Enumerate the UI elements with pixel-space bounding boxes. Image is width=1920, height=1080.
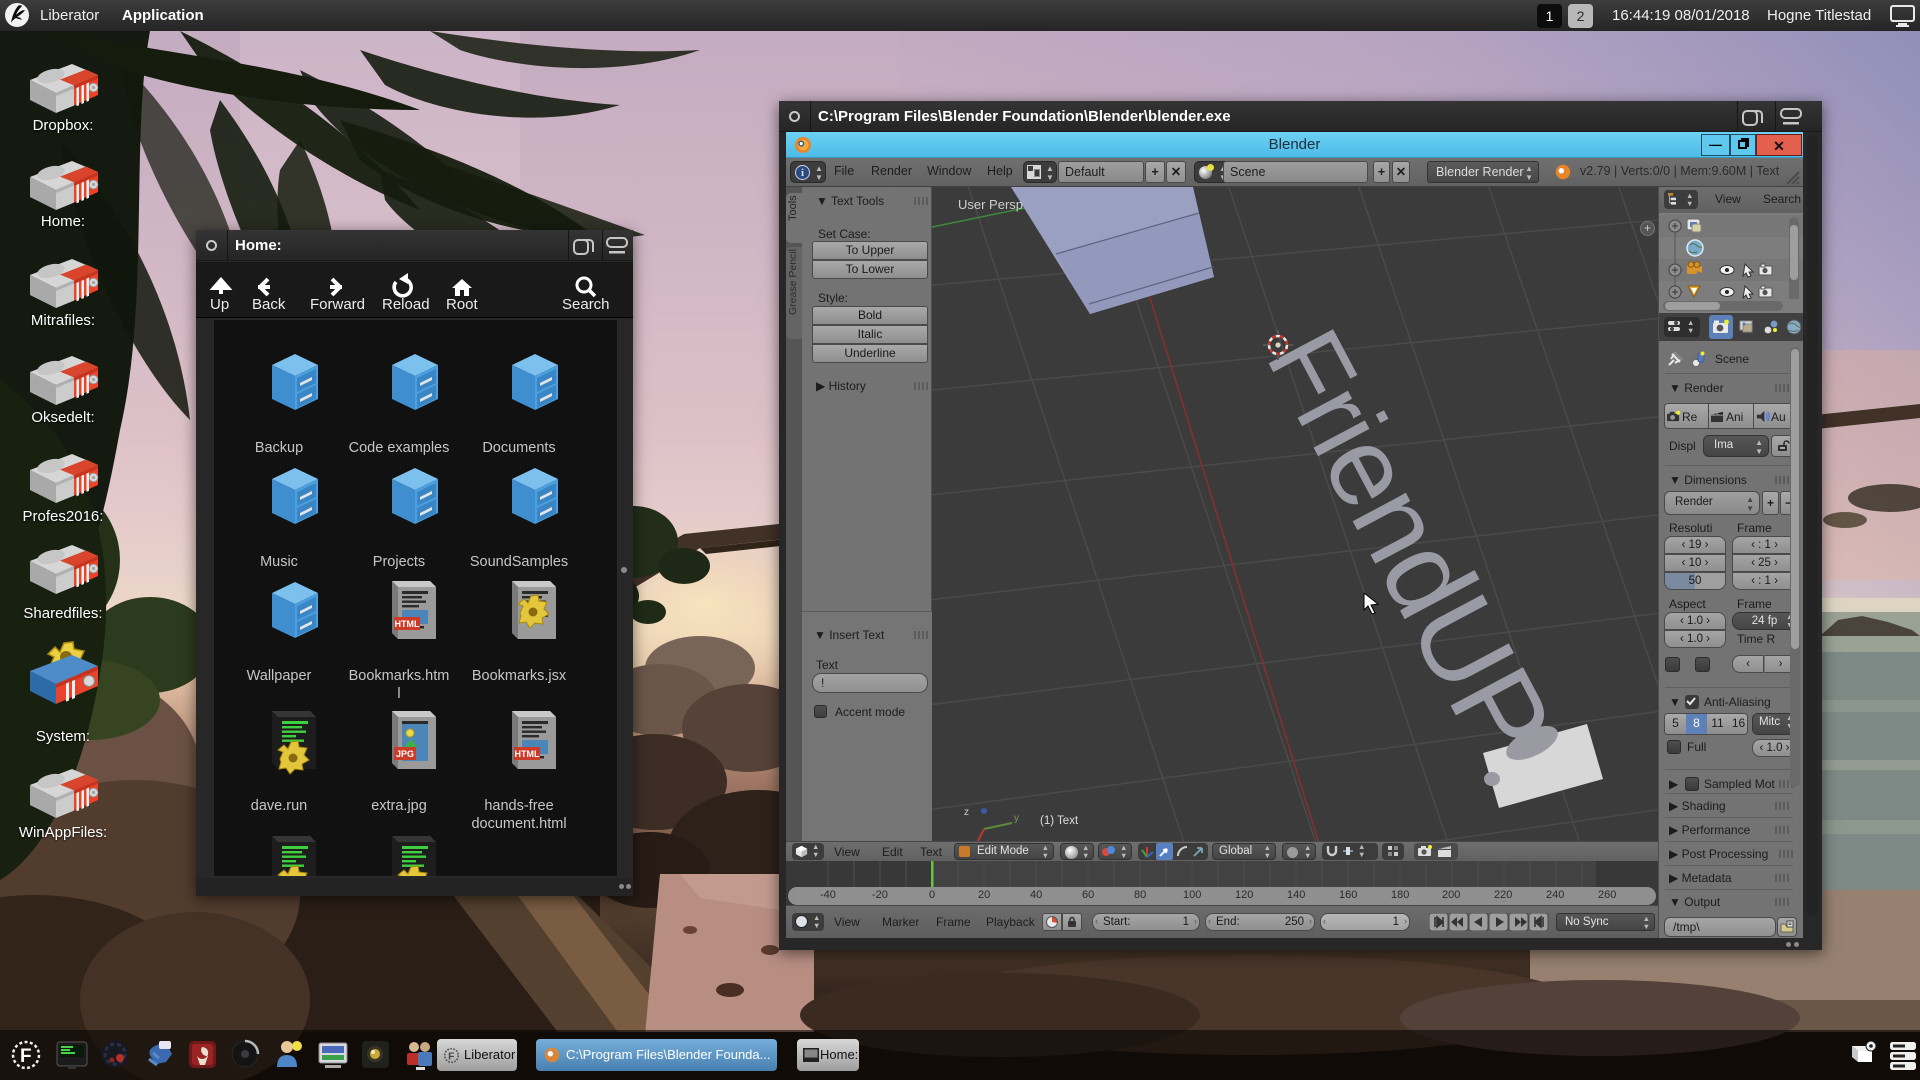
svg-text:z: z: [964, 807, 969, 818]
svg-text:F: F: [448, 1051, 454, 1062]
svg-text:F: F: [20, 1046, 32, 1067]
svg-text:y: y: [1014, 813, 1019, 824]
